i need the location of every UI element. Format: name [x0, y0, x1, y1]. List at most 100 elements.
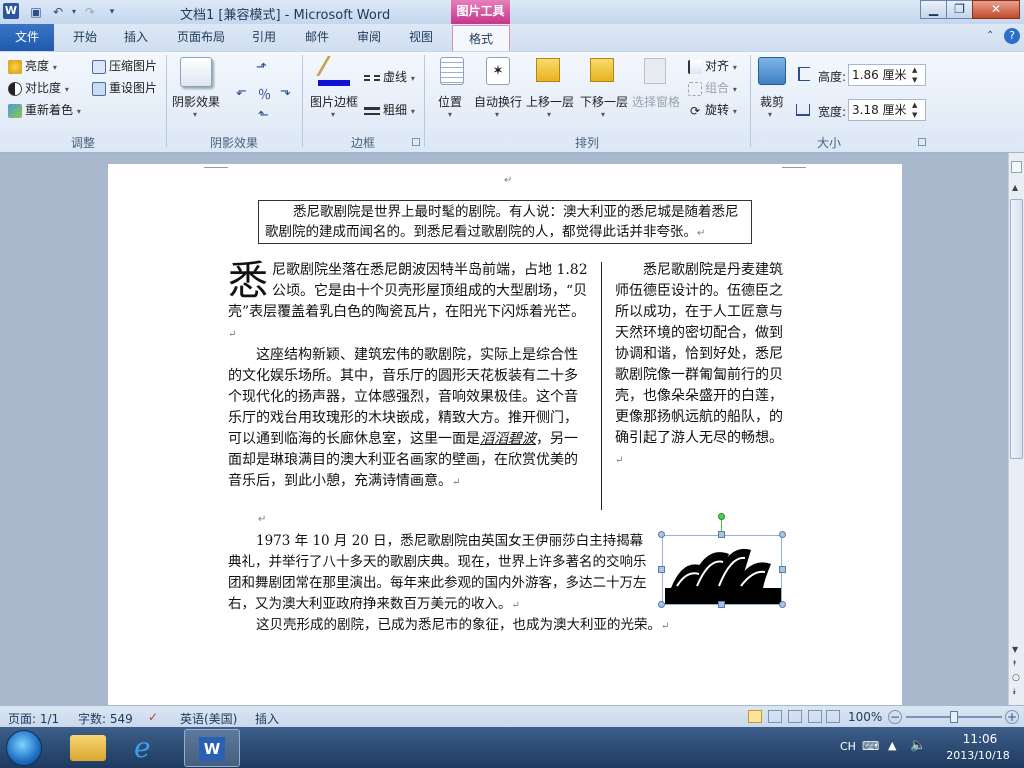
tab-review[interactable]: 审阅 — [348, 24, 390, 51]
picture-border-button[interactable]: 图片边框 — [310, 93, 358, 110]
taskbar-word-button[interactable]: W — [184, 729, 240, 767]
tab-references[interactable]: 引用 — [243, 24, 285, 51]
select-browse-object-icon[interactable]: ○ — [1012, 673, 1020, 683]
zoom-slider-thumb[interactable] — [950, 711, 958, 723]
zoom-in-icon[interactable]: + — [1005, 710, 1019, 724]
zoom-out-icon[interactable]: − — [888, 710, 902, 724]
minimize-button[interactable]: ▁ — [920, 0, 947, 19]
nudge-shadow-down-icon[interactable]: ⬑ — [258, 108, 269, 123]
paragraph-4[interactable]: 这贝壳形成的剧院，已成为悉尼市的象征，也成为澳大利亚的光荣。↵ — [228, 615, 748, 637]
compress-pictures-button[interactable]: 压缩图片 — [92, 57, 157, 74]
web-layout-icon[interactable] — [788, 710, 802, 723]
paragraph-3[interactable]: 1973 年 10 月 20 日，悉尼歌剧院由英国女王伊丽莎白主持揭幕典礼，并举… — [228, 531, 652, 616]
help-icon[interactable]: ? — [1004, 28, 1020, 44]
scrollbar-thumb[interactable] — [1010, 199, 1023, 459]
crop-dropdown-icon[interactable]: ▾ — [768, 110, 772, 119]
resize-handle[interactable] — [658, 566, 665, 573]
position-button[interactable]: 位置 — [438, 93, 462, 110]
rotate-handle-icon[interactable] — [718, 513, 725, 520]
border-dialog-launcher-icon[interactable] — [412, 138, 420, 146]
rotate-button[interactable]: ⟳ 旋转 ▾ — [688, 101, 737, 118]
resize-handle[interactable] — [779, 566, 786, 573]
file-explorer-icon[interactable] — [70, 735, 106, 761]
nudge-shadow-right-icon[interactable]: ⬎ — [280, 84, 291, 99]
tab-format[interactable]: 格式 — [452, 25, 510, 51]
resize-handle[interactable] — [658, 601, 665, 608]
wrap-text-button[interactable]: 自动换行 — [474, 93, 522, 110]
word-app-icon[interactable]: W — [3, 3, 19, 19]
internet-explorer-icon[interactable]: e — [134, 731, 151, 764]
undo-dropdown-icon[interactable]: ▾ — [66, 4, 82, 20]
position-dropdown-icon[interactable]: ▾ — [448, 110, 452, 119]
keyboard-icon[interactable]: ⌨ — [862, 739, 879, 753]
resize-handle[interactable] — [779, 531, 786, 538]
scroll-up-icon[interactable]: ▲ — [1012, 183, 1018, 192]
outline-view-icon[interactable] — [808, 710, 822, 723]
minimize-ribbon-icon[interactable]: ⌃ — [986, 30, 994, 41]
clock-time[interactable]: 11:06 — [955, 732, 1005, 746]
nudge-shadow-up-icon[interactable]: ⬏ — [256, 60, 267, 75]
zoom-level[interactable]: 100% — [848, 710, 882, 724]
word-count[interactable]: 字数: 549 — [78, 710, 133, 727]
page-count[interactable]: 页面: 1/1 — [8, 710, 59, 727]
position-icon[interactable] — [440, 57, 464, 85]
bring-forward-dropdown-icon[interactable]: ▾ — [547, 110, 551, 119]
tab-insert[interactable]: 插入 — [114, 24, 158, 51]
picture-border-icon[interactable] — [316, 56, 350, 86]
shadow-effects-icon[interactable] — [180, 57, 212, 87]
tab-mailings[interactable]: 邮件 — [296, 24, 338, 51]
bring-forward-icon[interactable] — [536, 58, 560, 82]
send-backward-dropdown-icon[interactable]: ▾ — [601, 110, 605, 119]
ime-indicator[interactable]: CH — [840, 740, 856, 753]
align-button[interactable]: 对齐 ▾ — [688, 57, 737, 74]
vertical-scrollbar[interactable]: ▲ ▼ ⯭ ○ ⯯ — [1008, 153, 1024, 705]
resize-handle[interactable] — [658, 531, 665, 538]
send-backward-button[interactable]: 下移一层 — [580, 93, 628, 110]
reset-picture-button[interactable]: 重设图片 — [92, 79, 157, 96]
shadow-dropdown-icon[interactable]: ▾ — [193, 110, 197, 119]
volume-icon[interactable]: 🔈 — [910, 738, 926, 753]
opera-house-picture[interactable] — [662, 535, 782, 605]
next-page-icon[interactable]: ⯯ — [1012, 687, 1017, 697]
column-left[interactable]: 悉 尼歌剧院坐落在悉尼朗波因特半岛前端，占地 1.82 公顷。它是由十个贝壳形屋… — [228, 260, 588, 510]
previous-page-icon[interactable]: ⯭ — [1012, 659, 1017, 669]
tab-home[interactable]: 开始 — [62, 24, 108, 51]
intro-textbox[interactable]: 悉尼歌剧院是世界上最时髦的剧院。有人说：澳大利亚的悉尼城是随着悉尼歌剧院的建成而… — [258, 200, 752, 244]
shadow-effects-button[interactable]: 阴影效果 — [172, 93, 220, 110]
draft-view-icon[interactable] — [826, 710, 840, 723]
width-spinner-icon[interactable]: ▲ ▼ — [912, 100, 917, 120]
nudge-shadow-left-icon[interactable]: ⬐ — [236, 84, 247, 99]
resize-handle[interactable] — [779, 601, 786, 608]
brightness-button[interactable]: 亮度 ▾ — [8, 57, 57, 74]
wrap-text-icon[interactable]: ✶ — [486, 57, 510, 85]
recolor-button[interactable]: 重新着色 ▾ — [8, 101, 81, 118]
dash-button[interactable]: 虚线 ▾ — [364, 68, 415, 85]
close-button[interactable]: ✕ — [972, 0, 1020, 19]
contrast-button[interactable]: 对比度 ▾ — [8, 79, 69, 96]
shadow-toggle-icon[interactable]: ％ — [258, 84, 271, 103]
print-layout-icon[interactable] — [748, 710, 762, 723]
tab-file[interactable]: 文件 — [0, 24, 54, 51]
send-backward-icon[interactable] — [590, 58, 614, 82]
maximize-button[interactable]: ❐ — [946, 0, 973, 19]
picture-border-dropdown-icon[interactable]: ▾ — [331, 110, 335, 119]
wrap-text-dropdown-icon[interactable]: ▾ — [495, 110, 499, 119]
clock-date[interactable]: 2013/10/18 — [940, 749, 1016, 762]
ruler-toggle-icon[interactable] — [1011, 161, 1022, 173]
column-right[interactable]: 悉尼歌剧院是丹麦建筑师伍德臣设计的。伍德臣之所以成功，在于人工匠意与天然环境的密… — [615, 260, 785, 510]
insert-mode-indicator[interactable]: 插入 — [255, 710, 279, 727]
redo-icon[interactable]: ↷ — [82, 4, 98, 20]
undo-icon[interactable]: ↶ — [50, 4, 66, 20]
resize-handle[interactable] — [718, 601, 725, 608]
weight-button[interactable]: 粗细 ▾ — [364, 101, 415, 118]
height-spinner-icon[interactable]: ▲ ▼ — [912, 65, 917, 85]
language-indicator[interactable]: 英语(美国) — [180, 710, 237, 727]
scroll-down-icon[interactable]: ▼ — [1012, 645, 1018, 654]
start-button-icon[interactable] — [6, 730, 42, 766]
crop-button[interactable]: 裁剪 — [760, 93, 784, 110]
resize-handle[interactable] — [718, 531, 725, 538]
full-screen-reading-icon[interactable] — [768, 710, 782, 723]
size-dialog-launcher-icon[interactable] — [918, 138, 926, 146]
customize-quick-access-icon[interactable]: ▾ — [104, 4, 120, 20]
tray-arrow-icon[interactable]: ▲ — [888, 739, 896, 752]
